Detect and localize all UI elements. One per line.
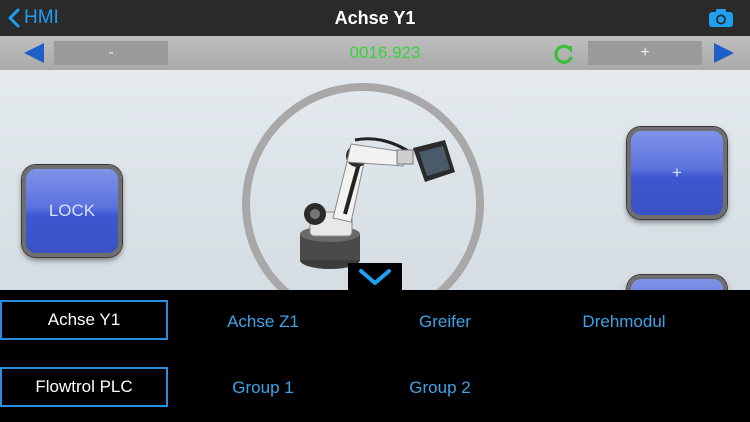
- lock-button[interactable]: LOCK: [22, 165, 122, 257]
- group-tab-flowtrol-plc[interactable]: Flowtrol PLC: [0, 367, 168, 407]
- arrow-right-icon[interactable]: [712, 42, 736, 64]
- expand-panel-toggle[interactable]: [348, 263, 402, 291]
- axis-tab-achse-y1[interactable]: Achse Y1: [0, 300, 168, 340]
- arrow-left-icon[interactable]: [22, 42, 46, 64]
- decrement-field[interactable]: -: [54, 41, 168, 65]
- position-value: 0016.923: [349, 43, 421, 62]
- robot-arm-image: [300, 137, 455, 269]
- chevron-left-icon: [8, 8, 20, 28]
- jog-area: LOCK +: [0, 70, 750, 290]
- back-button[interactable]: HMI: [8, 4, 59, 32]
- back-button-label: HMI: [24, 7, 59, 28]
- jog-minus-button[interactable]: [627, 275, 727, 290]
- axis-tab-achse-z1[interactable]: Achse Z1: [178, 302, 348, 342]
- camera-icon[interactable]: [708, 8, 734, 28]
- increment-field[interactable]: +: [588, 41, 702, 65]
- navigation-bar: HMI Achse Y1: [0, 0, 750, 36]
- axis-tab-greifer[interactable]: Greifer: [360, 302, 530, 342]
- refresh-icon[interactable]: [553, 43, 575, 65]
- chevron-down-icon: [359, 269, 391, 285]
- value-bar: - 0016.923 +: [0, 36, 750, 70]
- group-tab-group-2[interactable]: Group 2: [355, 368, 525, 408]
- axis-tab-drehmodul[interactable]: Drehmodul: [540, 302, 708, 342]
- page-title: Achse Y1: [334, 8, 416, 28]
- jog-plus-button[interactable]: +: [627, 127, 727, 219]
- group-tab-group-1[interactable]: Group 1: [178, 368, 348, 408]
- axis-selector-panel: Achse Y1 Achse Z1 Greifer Drehmodul Flow…: [0, 290, 750, 422]
